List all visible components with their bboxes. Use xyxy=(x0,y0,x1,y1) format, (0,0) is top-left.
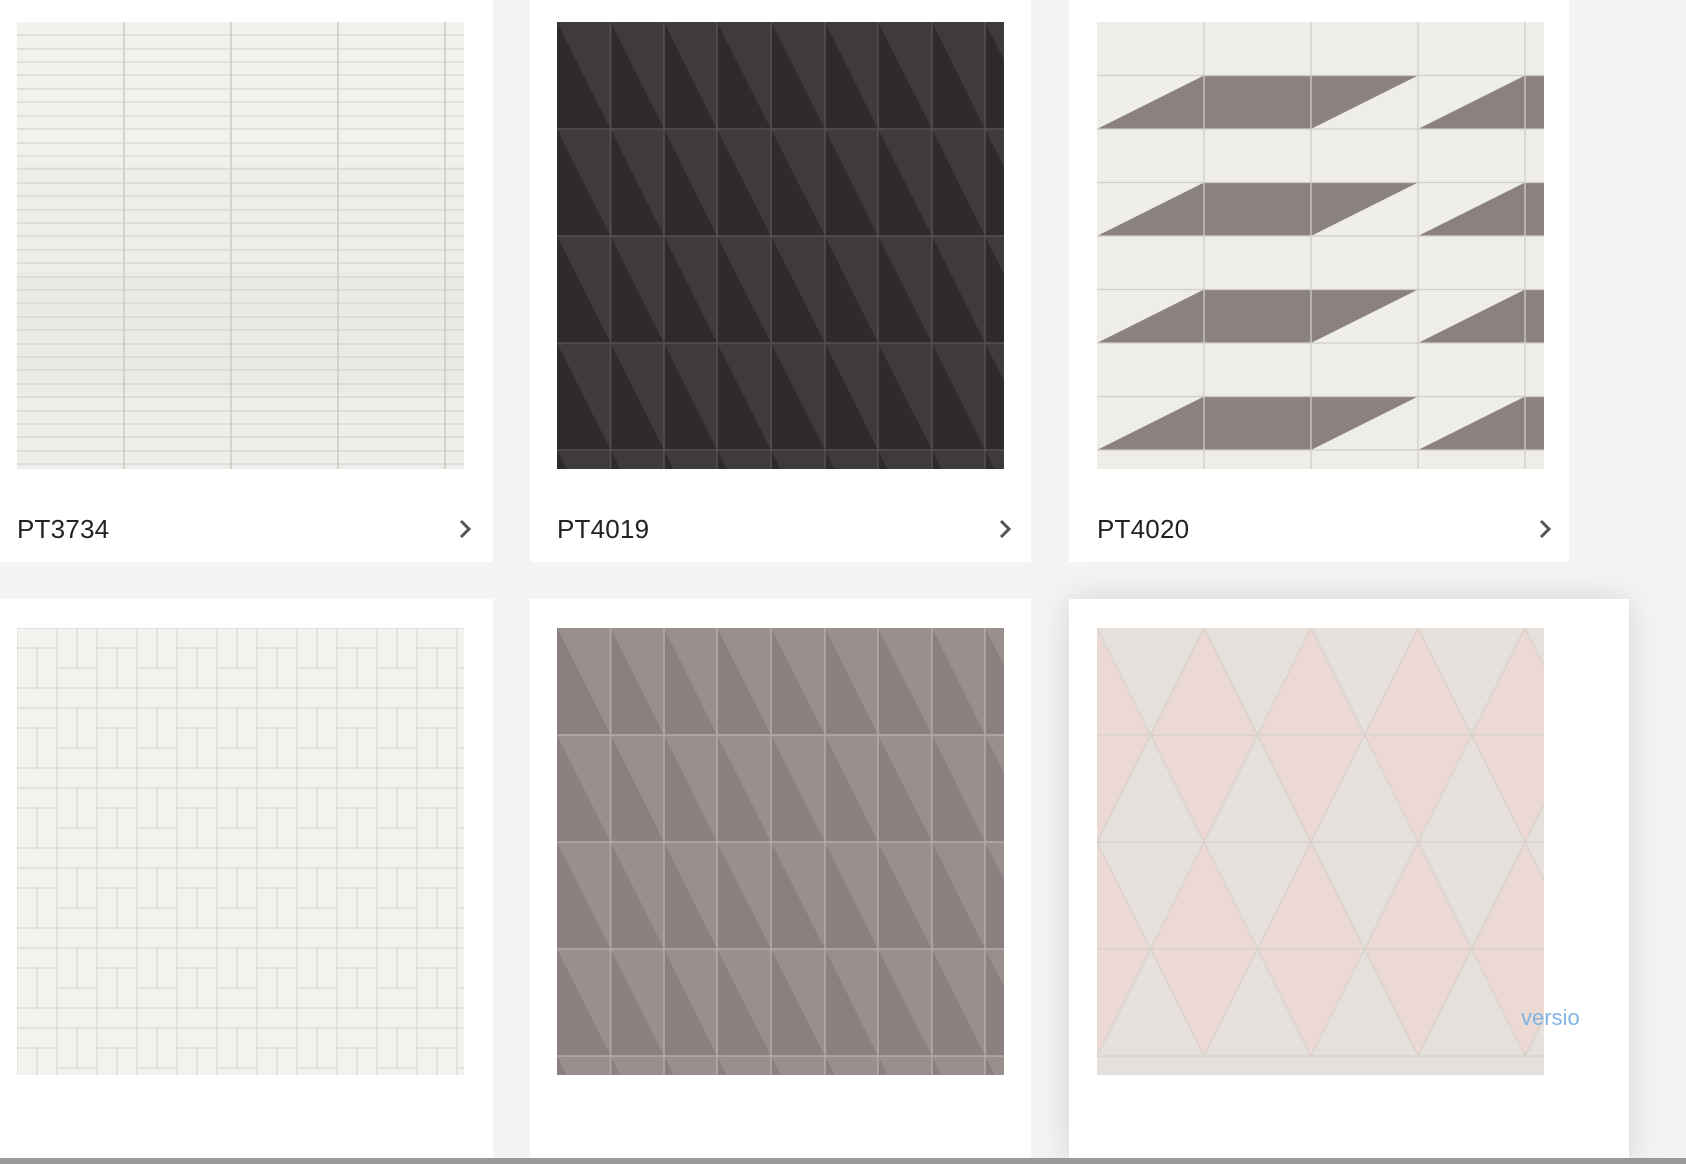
product-thumbnail[interactable] xyxy=(17,22,464,469)
product-card-pt4020[interactable]: PT4020 xyxy=(1069,0,1569,562)
product-thumbnail[interactable] xyxy=(1097,628,1544,1075)
product-thumbnail[interactable] xyxy=(17,628,464,1075)
product-card[interactable] xyxy=(530,599,1031,1164)
product-code[interactable]: PT3734 xyxy=(17,514,109,545)
product-thumbnail[interactable] xyxy=(1097,22,1544,469)
bottom-scroll-edge xyxy=(0,1158,1686,1164)
chevron-right-icon[interactable] xyxy=(1532,516,1558,542)
product-card[interactable] xyxy=(0,599,493,1164)
chevron-right-icon[interactable] xyxy=(452,516,478,542)
version-label: versio xyxy=(1521,1005,1580,1030)
chevron-right-icon[interactable] xyxy=(992,516,1018,542)
product-card-pt4019[interactable]: PT4019 xyxy=(530,0,1031,562)
product-card-hovered[interactable]: versio xyxy=(1069,599,1629,1164)
product-code[interactable]: PT4019 xyxy=(557,514,649,545)
product-card-pt3734[interactable]: PT3734 xyxy=(0,0,493,562)
product-thumbnail[interactable] xyxy=(557,22,1004,469)
product-code[interactable]: PT4020 xyxy=(1097,514,1189,545)
product-thumbnail[interactable] xyxy=(557,628,1004,1075)
